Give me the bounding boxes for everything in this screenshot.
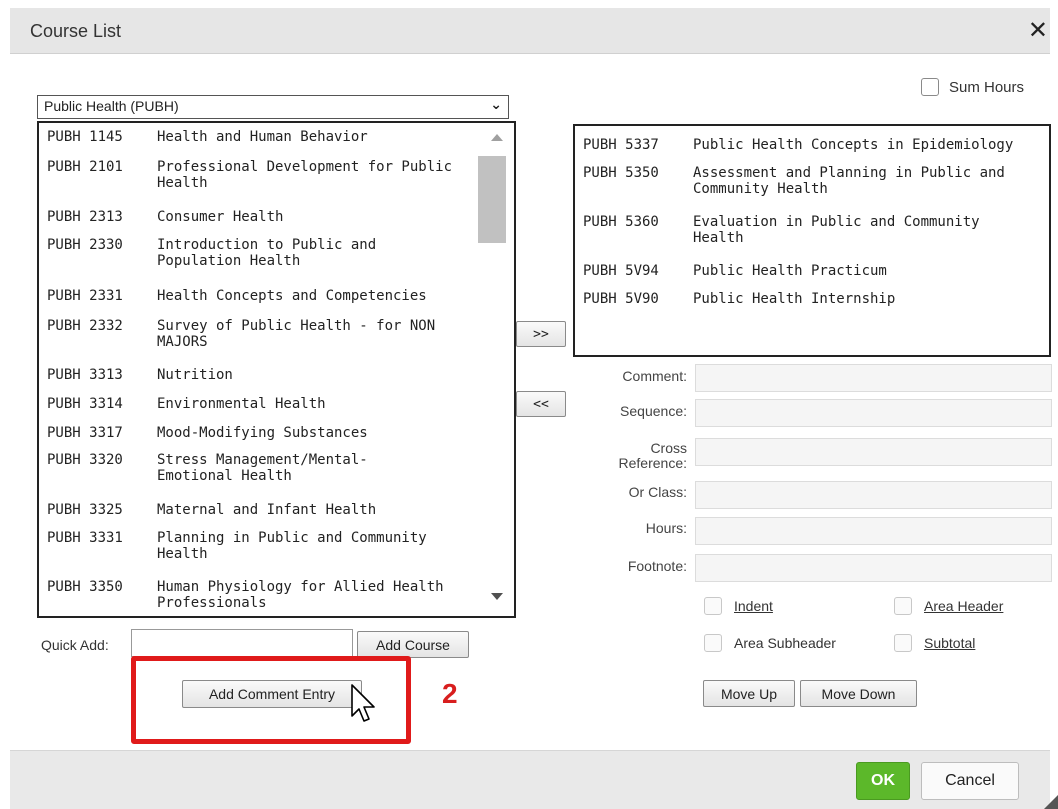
list-item[interactable]: PUBH 5360 Evaluation in Public and Commu… (583, 214, 1023, 246)
cancel-button[interactable]: Cancel (921, 762, 1019, 800)
list-item[interactable]: PUBH 3331 Planning in Public and Communi… (47, 530, 462, 562)
comment-label: Comment: (622, 368, 687, 384)
selected-courses-list[interactable]: PUBH 5337 Public Health Concepts in Epid… (573, 124, 1051, 357)
sequence-label: Sequence: (620, 403, 687, 419)
dialog-title: Course List (30, 21, 122, 41)
hours-label: Hours: (645, 520, 687, 536)
indent-label: Indent (734, 598, 773, 614)
sequence-field[interactable] (695, 399, 1052, 427)
footnote-field[interactable] (695, 554, 1052, 582)
cursor-icon (351, 684, 375, 722)
subject-select[interactable]: Public Health (PUBH) ⌄ (37, 95, 509, 119)
move-up-button[interactable]: Move Up (703, 680, 795, 707)
hours-field[interactable] (695, 517, 1052, 545)
chevron-down-icon: ⌄ (490, 96, 502, 112)
area-subheader-checkbox[interactable] (704, 634, 722, 652)
dialog-titlebar: Course List ✕ (10, 8, 1050, 54)
list-item[interactable]: PUBH 2101 Professional Development for P… (47, 159, 477, 191)
list-item[interactable]: PUBH 5V94 Public Health Practicum (583, 263, 1043, 279)
list-item[interactable]: PUBH 3313 Nutrition (47, 367, 477, 383)
list-item[interactable]: PUBH 3317 Mood-Modifying Substances (47, 425, 477, 441)
ok-button[interactable]: OK (856, 762, 910, 800)
comment-field[interactable] (695, 364, 1052, 392)
move-left-button[interactable]: << (516, 391, 566, 417)
close-icon[interactable]: ✕ (1028, 16, 1048, 45)
subtotal-label: Subtotal (924, 635, 976, 651)
subtotal-checkbox[interactable] (894, 634, 912, 652)
scroll-up-icon[interactable] (491, 134, 503, 141)
list-item[interactable]: PUBH 5V90 Public Health Internship (583, 291, 1043, 307)
area-header-label: Area Header (924, 598, 1004, 614)
sum-hours-checkbox[interactable] (921, 78, 939, 96)
list-item[interactable]: PUBH 5350 Assessment and Planning in Pub… (583, 165, 1043, 197)
or-class-field[interactable] (695, 481, 1052, 509)
move-down-button[interactable]: Move Down (800, 680, 917, 707)
resize-grip-icon[interactable] (1044, 795, 1058, 809)
cross-reference-label: Cross Reference: (618, 440, 687, 471)
list-item[interactable]: PUBH 2330 Introduction to Public and Pop… (47, 237, 407, 269)
add-comment-entry-button[interactable]: Add Comment Entry (182, 680, 362, 708)
scrollbar-thumb[interactable] (478, 156, 506, 243)
list-item[interactable]: PUBH 2332 Survey of Public Health - for … (47, 318, 477, 350)
move-right-button[interactable]: >> (516, 321, 566, 347)
indent-checkbox[interactable] (704, 597, 722, 615)
cross-reference-field[interactable] (695, 438, 1052, 466)
scroll-down-icon[interactable] (491, 593, 503, 600)
area-subheader-label: Area Subheader (734, 635, 836, 651)
quick-add-label: Quick Add: (41, 637, 109, 653)
list-item[interactable]: PUBH 2313 Consumer Health (47, 209, 477, 225)
add-course-button[interactable]: Add Course (357, 631, 469, 658)
footnote-label: Footnote: (627, 558, 687, 574)
sum-hours-option[interactable]: Sum Hours (921, 78, 1024, 96)
list-item[interactable]: PUBH 3325 Maternal and Infant Health (47, 502, 477, 518)
step-number-badge: 2 (442, 678, 458, 709)
list-item[interactable]: PUBH 3350 Human Physiology for Allied He… (47, 579, 472, 611)
area-header-option[interactable]: Area Header (894, 597, 1003, 615)
available-courses-list[interactable]: PUBH 1145 Health and Human Behavior PUBH… (37, 121, 516, 618)
subtotal-option[interactable]: Subtotal (894, 634, 975, 652)
list-item[interactable]: PUBH 5337 Public Health Concepts in Epid… (583, 137, 1043, 153)
course-list-dialog: Course List ✕ Sum Hours Public Health (P… (0, 0, 1058, 809)
area-header-checkbox[interactable] (894, 597, 912, 615)
indent-option[interactable]: Indent (704, 597, 773, 615)
sum-hours-label: Sum Hours (949, 78, 1025, 96)
list-item[interactable]: PUBH 3314 Environmental Health (47, 396, 477, 412)
quick-add-input[interactable] (131, 629, 353, 657)
or-class-label: Or Class: (628, 484, 687, 500)
area-subheader-option[interactable]: Area Subheader (704, 634, 836, 652)
list-item[interactable]: PUBH 3320 Stress Management/Mental-Emoti… (47, 452, 407, 484)
list-item[interactable]: PUBH 1145 Health and Human Behavior (47, 129, 477, 145)
list-item[interactable]: PUBH 2331 Health Concepts and Competenci… (47, 288, 477, 304)
subject-select-value: Public Health (PUBH) (44, 98, 179, 114)
